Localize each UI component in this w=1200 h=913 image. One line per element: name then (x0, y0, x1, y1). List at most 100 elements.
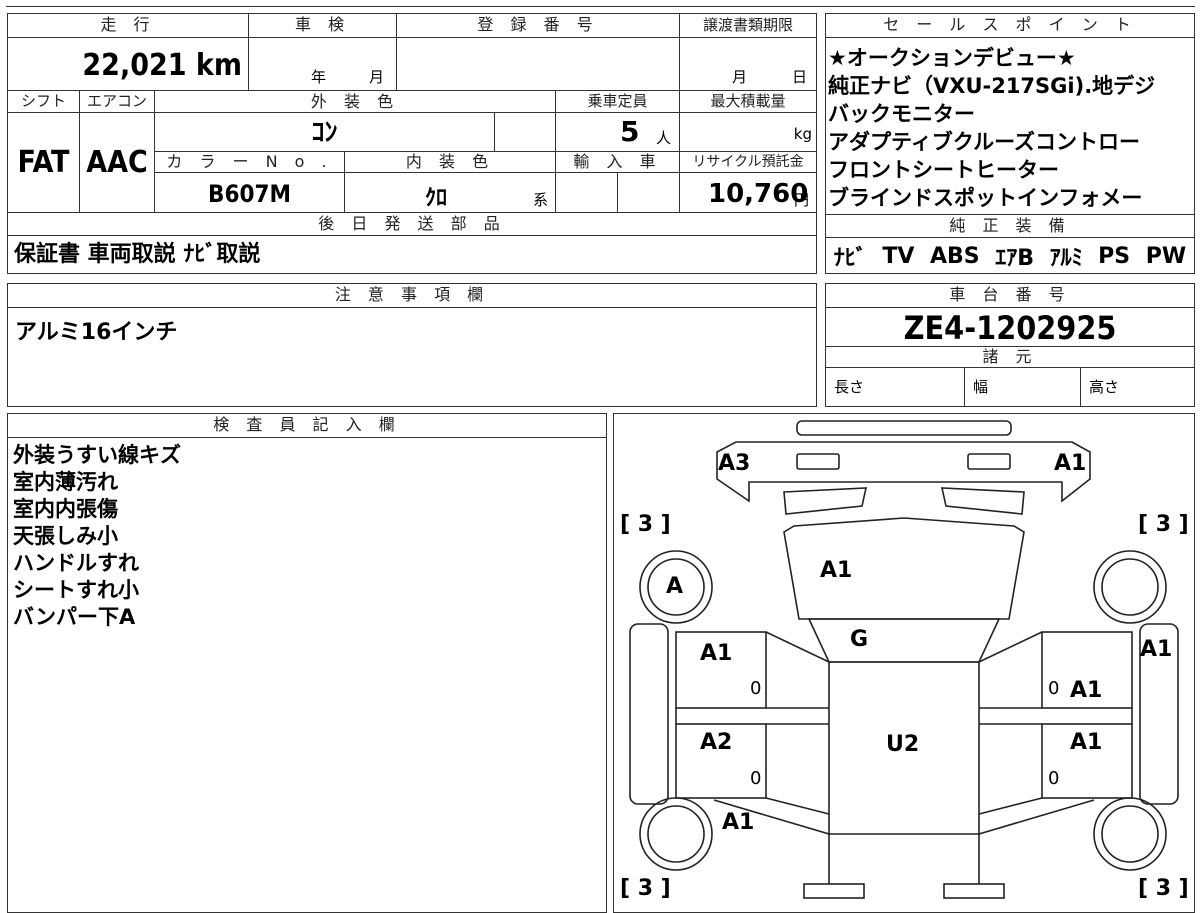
vehicle-info-table: 走 行 車 検 登 録 番 号 譲渡書類期限 22,021 km 年 月 月 日… (7, 13, 817, 274)
mark-right-rear-door: A1 (1070, 730, 1103, 755)
sales-point-item: ★オークションデビュー★ (828, 46, 1076, 70)
recycle-unit: 円 (794, 191, 810, 209)
notes-box: 注 意 事 項 欄 アルミ16インチ (7, 283, 817, 407)
sales-point-item: フロントシートヒーター (828, 158, 1059, 182)
shift-header: シフト (8, 90, 80, 113)
inspector-note-item: 外装うすい線キズ (13, 443, 181, 467)
transfer-day-unit: 日 (792, 68, 808, 86)
transfer-deadline-value: 月 日 (680, 38, 816, 90)
standard-equipment-header: 純 正 装 備 (826, 214, 1194, 238)
aircon-value: AAC (80, 113, 155, 212)
exterior-color-extra (495, 113, 556, 151)
top-strip (6, 0, 1195, 7)
mark-front-right: A1 (1054, 451, 1087, 476)
car-diagram-box: A3 A1 A1 G U2 A A1 A2 A1 A1 A1 A1 [ 3 ] … (613, 413, 1195, 913)
aircon-header: エアコン (80, 90, 155, 113)
equipment-item: PS (1098, 243, 1131, 269)
inspector-note-item: 室内内張傷 (13, 497, 118, 521)
registration-header: 登 録 番 号 (397, 14, 680, 38)
tire-rear-left: [ 3 ] (620, 876, 671, 901)
door-zero-left-rear: 0 (750, 768, 762, 789)
chassis-header: 車 台 番 号 (826, 284, 1194, 308)
door-zero-right-rear: 0 (1048, 768, 1060, 789)
inspector-note-item: バンパー下A (13, 605, 136, 629)
equipment-item: ｱﾙﾐ (1049, 246, 1083, 271)
inspector-note-item: 天張しみ小 (13, 524, 118, 548)
shift-value: FAT (8, 113, 80, 212)
interior-color-value: ｸﾛ 系 (345, 173, 556, 212)
capacity-value: 5 人 (556, 113, 680, 151)
door-zero-right-front: 0 (1048, 678, 1060, 699)
door-zero-left-front: 0 (750, 678, 762, 699)
mark-left-front-door: A1 (700, 641, 733, 666)
spec-length: 長さ (826, 368, 965, 406)
capacity-header: 乗車定員 (556, 90, 680, 113)
inspector-header: 検 査 員 記 入 欄 (8, 414, 606, 438)
color-no-value: B607M (155, 173, 345, 212)
max-load-unit: kg (793, 125, 812, 143)
max-load-value: kg (680, 113, 816, 151)
recycle-header: リサイクル預託金 (680, 151, 816, 173)
capacity-unit: 人 (656, 129, 672, 147)
equipment-item: ｴｱB (995, 246, 1034, 271)
interior-color-suffix: 系 (533, 191, 549, 209)
inspection-year-unit: 年 (311, 68, 327, 86)
mark-roof: U2 (886, 732, 920, 757)
max-load-header: 最大積載量 (680, 90, 816, 113)
mileage-value: 22,021 km (8, 38, 249, 90)
tire-rear-right: [ 3 ] (1138, 876, 1189, 901)
equipment-item: ﾅﾋﾞ (833, 246, 867, 271)
interior-color-header: 内 装 色 (345, 151, 556, 173)
interior-color-text: ｸﾛ (425, 186, 448, 211)
inspector-notes-list: 外装うすい線キズ 室内薄汚れ室内内張傷天張しみ小ハンドルすれ シートすれ小 バンパー下… (13, 442, 593, 631)
equipment-item: TV (882, 243, 915, 269)
sales-point-item: ブラインドスポットインフォメー (828, 186, 1143, 210)
import-cell-2 (618, 173, 680, 212)
tire-front-right: [ 3 ] (1138, 512, 1189, 537)
equipment-item: PW (1145, 243, 1187, 269)
chassis-value: ZE4-1202925 (903, 309, 1117, 347)
sales-point-item: アダプティブクルーズコントロー (828, 130, 1141, 154)
color-no-header: カ ラ ー N o . (155, 151, 345, 173)
sales-point-item: バックモニター (828, 102, 975, 126)
sales-points-list: ★オークションデビュー★ 純正ナビ（VXU-217SGi).地デジ バックモニターア… (828, 44, 1192, 216)
tire-front-left: [ 3 ] (620, 512, 671, 537)
mileage-header: 走 行 (8, 14, 249, 38)
later-parts-header: 後 日 発 送 部 品 (8, 212, 816, 236)
inspector-note-item: シートすれ小 (13, 578, 139, 602)
registration-value (397, 38, 680, 90)
mark-front-left: A3 (718, 451, 751, 476)
spec-height: 高さ (1089, 378, 1120, 396)
transfer-month-unit: 月 (732, 68, 748, 86)
sales-point-item: 純正ナビ（VXU-217SGi).地デジ (828, 74, 1156, 98)
mark-wheel-front-left: A (666, 574, 684, 599)
exterior-color-header: 外 装 色 (155, 90, 556, 113)
mark-left-rear-quarter: A1 (722, 810, 755, 835)
sales-points-box: セ ー ル ス ポ イ ン ト ★オークションデビュー★ 純正ナビ（VXU-217… (825, 13, 1195, 274)
capacity-number: 5 (620, 115, 640, 148)
later-parts-value: 保証書 車両取説 ﾅﾋﾞ取説 (14, 242, 261, 267)
import-cell-1 (556, 173, 618, 212)
specs-header: 諸 元 (826, 346, 1194, 368)
notes-header: 注 意 事 項 欄 (8, 284, 816, 308)
mark-windshield: G (850, 627, 869, 652)
mark-left-rear-door: A2 (700, 730, 733, 755)
exterior-color-value: ｺﾝ (155, 113, 495, 151)
mark-right-fender: A1 (1140, 637, 1173, 662)
import-header: 輸 入 車 (556, 151, 680, 173)
standard-equipment-list: ﾅﾋﾞ TV ABS ｴｱB ｱﾙﾐ PS PW (826, 240, 1194, 272)
recycle-value: 10,760 円 (680, 173, 816, 212)
inspector-note-item: 室内薄汚れ (13, 470, 118, 494)
mark-right-front-door: A1 (1070, 678, 1103, 703)
chassis-box: 車 台 番 号 ZE4-1202925 諸 元 長さ 幅 高さ (825, 283, 1195, 407)
spec-width: 幅 (965, 368, 1081, 406)
inspector-box: 検 査 員 記 入 欄 外装うすい線キズ 室内薄汚れ室内内張傷天張しみ小ハンドルす… (7, 413, 607, 913)
inspector-note-item: ハンドルすれ (13, 551, 139, 575)
inspection-value: 年 月 (249, 38, 397, 90)
inspection-month-unit: 月 (369, 68, 385, 86)
notes-value: アルミ16インチ (15, 320, 178, 345)
mark-hood: A1 (820, 558, 853, 583)
transfer-deadline-header: 譲渡書類期限 (680, 14, 816, 38)
equipment-item: ABS (930, 243, 980, 269)
inspection-header: 車 検 (249, 14, 397, 38)
